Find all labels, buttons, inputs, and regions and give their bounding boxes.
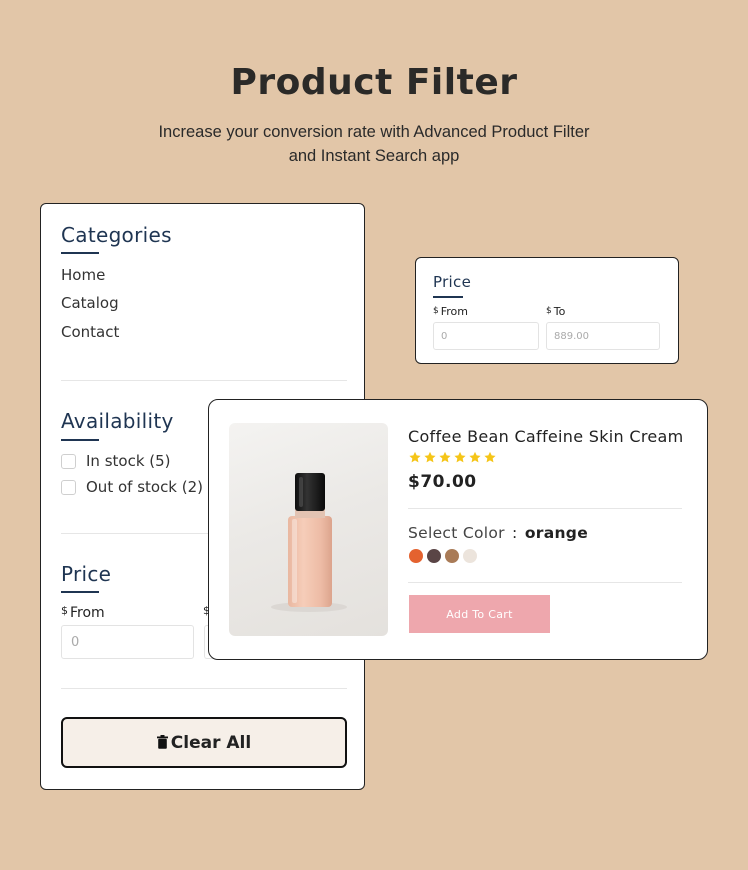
color-swatch-orange[interactable] — [409, 549, 423, 563]
price-card-to-label: $ To — [546, 305, 565, 318]
price-filter-card: Price $From $To — [415, 257, 679, 364]
page-title: Product Filter — [230, 62, 518, 103]
star-icon — [484, 451, 496, 463]
clear-all-button[interactable]: Clear All — [61, 717, 347, 768]
category-item-home[interactable]: Home — [61, 266, 105, 284]
star-icon — [454, 451, 466, 463]
page-subtitle: Increase your conversion rate with Advan… — [158, 123, 590, 165]
separator: : — [512, 524, 518, 542]
price-card-from-label: $ From — [433, 305, 468, 318]
color-swatch-brown[interactable] — [445, 549, 459, 563]
in-stock-label: In stock (5) — [86, 452, 171, 470]
to-text: To — [553, 305, 566, 318]
price-heading: Price — [61, 562, 112, 586]
from-text: From — [70, 605, 105, 621]
trash-icon — [156, 734, 168, 754]
availability-option-in-stock[interactable]: In stock (5) — [61, 452, 171, 470]
star-icon — [424, 451, 436, 463]
out-of-stock-checkbox[interactable] — [61, 479, 76, 495]
divider — [408, 508, 682, 509]
price-card-heading: Price — [433, 273, 472, 291]
star-icon — [469, 451, 481, 463]
price-card-to-input[interactable] — [546, 322, 660, 350]
currency-symbol: $ — [433, 306, 439, 316]
heading-underline — [61, 591, 99, 593]
clear-all-label: Clear All — [170, 732, 252, 753]
category-item-catalog[interactable]: Catalog — [61, 294, 119, 312]
product-card: Coffee Bean Caffeine Skin Cream $70.00 S… — [208, 399, 708, 660]
product-image[interactable] — [229, 423, 388, 636]
availability-heading: Availability — [61, 409, 174, 433]
rating-stars — [408, 451, 497, 464]
product-name[interactable]: Coffee Bean Caffeine Skin Cream — [408, 427, 683, 446]
divider — [61, 688, 347, 689]
price-card-from-input[interactable] — [433, 322, 539, 350]
price-from-label: $ From — [61, 604, 105, 621]
divider — [408, 582, 682, 583]
out-of-stock-label: Out of stock (2) — [86, 478, 204, 496]
currency-symbol: $ — [546, 306, 552, 316]
color-swatch-cream[interactable] — [463, 549, 477, 563]
color-swatch-dark-brown[interactable] — [427, 549, 441, 563]
category-item-contact[interactable]: Contact — [61, 323, 119, 341]
availability-option-out-of-stock[interactable]: Out of stock (2) — [61, 478, 203, 496]
heading-underline — [433, 296, 463, 298]
categories-heading: Categories — [61, 223, 172, 247]
add-to-cart-button[interactable]: Add To Cart — [409, 595, 550, 633]
divider — [61, 380, 347, 381]
select-color-text: Select Color — [408, 524, 505, 542]
from-text: From — [440, 305, 468, 318]
star-icon — [439, 451, 451, 463]
star-icon — [409, 451, 421, 463]
select-color-label: Select Color : orange — [408, 524, 588, 542]
product-price: $70.00 — [408, 472, 477, 492]
price-from-input[interactable] — [61, 625, 194, 659]
currency-symbol: $ — [61, 604, 68, 617]
heading-underline — [61, 252, 99, 254]
color-swatches — [409, 549, 477, 563]
in-stock-checkbox[interactable] — [61, 453, 76, 469]
selected-color-value: orange — [524, 524, 589, 542]
heading-underline — [61, 439, 99, 441]
